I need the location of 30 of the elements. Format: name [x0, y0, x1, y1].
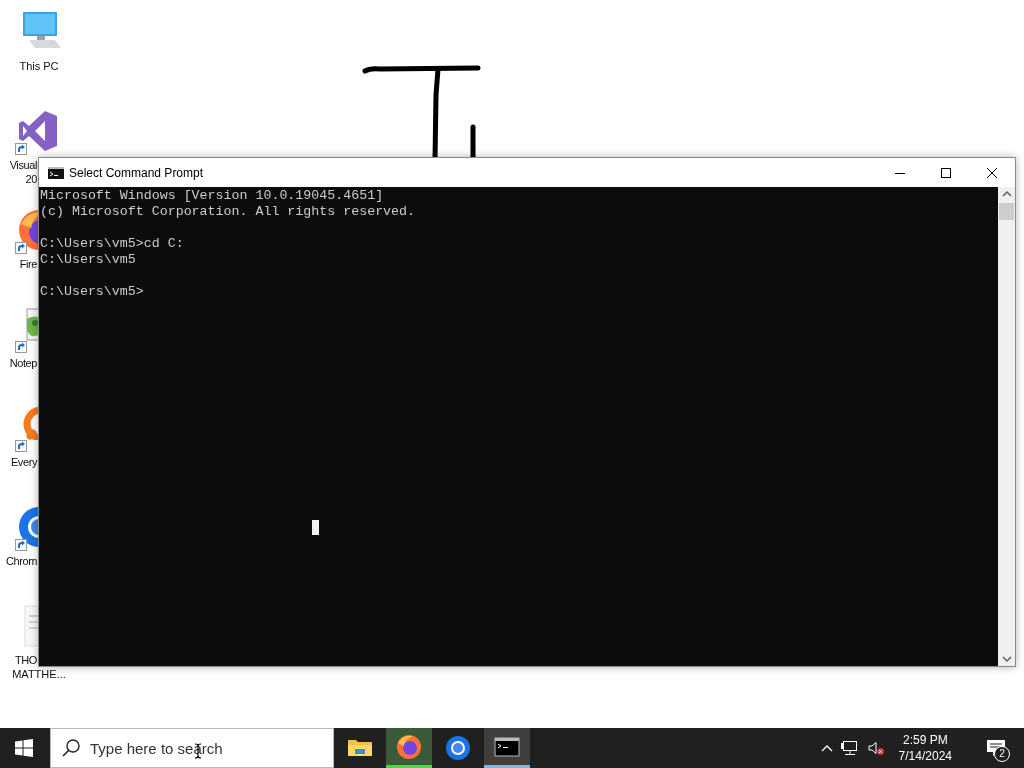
console-text: C:\Users\vm5>cd C:: [40, 236, 185, 252]
browser-icon: [444, 734, 472, 762]
chevron-up-icon[interactable]: [820, 744, 833, 752]
search-icon: [61, 738, 81, 758]
firefox-icon: [395, 732, 423, 761]
window-title: Select Command Prompt: [69, 165, 204, 180]
icon-label[interactable]: 20: [0, 172, 37, 186]
icon-label[interactable]: THO: [0, 653, 37, 667]
text-cursor: [312, 520, 319, 535]
icon-label[interactable]: Visual: [0, 158, 37, 172]
console-text: Microsoft Windows [Version 10.0.19045.4651]: [40, 188, 385, 204]
notification-count: 2: [994, 746, 1010, 762]
scroll-thumb[interactable]: [999, 203, 1014, 220]
console-text: C:\Users\vm5: [40, 252, 137, 268]
icon-label[interactable]: Chrom: [0, 554, 37, 568]
console-text: C:\Users\vm5>: [40, 284, 145, 300]
icon-label[interactable]: Fire: [0, 257, 37, 271]
maximize-icon[interactable]: [941, 167, 951, 178]
icon-label[interactable]: This PC: [19, 59, 59, 73]
network-icon[interactable]: [840, 740, 859, 756]
taskbar-app-button[interactable]: [484, 728, 530, 768]
terminal-icon: [48, 166, 64, 179]
icon-label[interactable]: Notep: [0, 356, 37, 370]
close-icon[interactable]: [987, 167, 997, 178]
scrollbar[interactable]: [998, 187, 1015, 666]
icon-label[interactable]: MATTHE...: [12, 667, 66, 681]
muted-speaker-icon[interactable]: [866, 740, 885, 756]
icon-label[interactable]: Every: [0, 455, 37, 469]
console-text: (c) Microsoft Corporation. All rights reserved.: [40, 204, 417, 220]
windows-logo-icon[interactable]: [15, 739, 33, 757]
